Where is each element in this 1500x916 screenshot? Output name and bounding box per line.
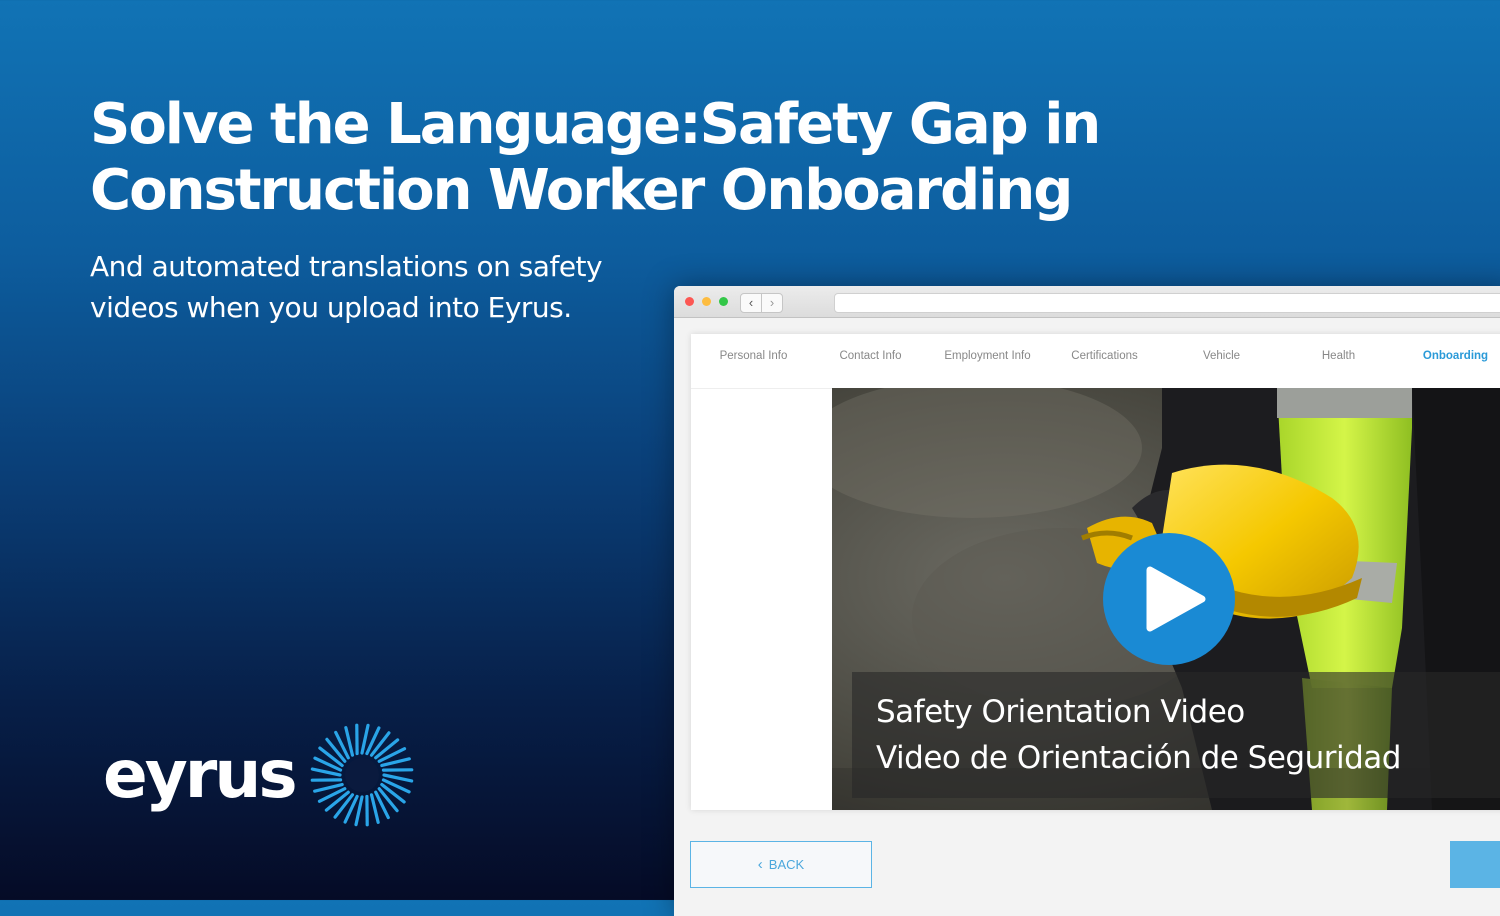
hero-subtitle-line-1: And automated translations on safety [90,250,602,283]
tab-certifications[interactable]: Certifications [1046,334,1163,388]
hero-title: Solve the Language:Safety Gap in Constru… [90,92,1099,224]
profile-tabs: Personal Info Contact Info Employment In… [691,334,1500,389]
hero-title-line-2: Construction Worker Onboarding [90,158,1071,223]
back-button[interactable]: ‹ BACK [690,841,872,888]
browser-window: ‹ › Personal Info Contact Info Employmen… [674,286,1500,916]
hero-subtitle: And automated translations on safety vid… [90,246,602,328]
onboarding-panel: Personal Info Contact Info Employment In… [691,334,1500,810]
browser-toolbar: ‹ › [674,286,1500,318]
caption-spanish: Video de Orientación de Seguridad [876,740,1401,776]
tab-vehicle[interactable]: Vehicle [1163,334,1280,388]
hero-subtitle-line-2: videos when you upload into Eyrus. [90,291,572,324]
tab-health[interactable]: Health [1280,334,1397,388]
close-window-button[interactable] [685,297,694,306]
tab-contact-info[interactable]: Contact Info [812,334,929,388]
tab-personal-info[interactable]: Personal Info [695,334,812,388]
logo-wordmark: eyrus [103,742,295,808]
caption-english: Safety Orientation Video [876,694,1245,730]
video-caption: Safety Orientation Video Video de Orient… [852,672,1500,798]
browser-back-button[interactable]: ‹ [740,293,762,313]
eyrus-logo: eyrus [103,722,415,828]
sunburst-icon [309,722,415,828]
tab-onboarding[interactable]: Onboarding [1397,334,1500,388]
play-icon[interactable] [1102,532,1236,666]
chevron-left-icon: ‹ [758,856,763,873]
zoom-window-button[interactable] [719,297,728,306]
next-button[interactable] [1450,841,1500,888]
back-button-label: BACK [769,857,804,872]
address-bar[interactable] [834,293,1500,313]
hero-title-line-1: Solve the Language:Safety Gap in [90,92,1099,157]
minimize-window-button[interactable] [702,297,711,306]
safety-video-player[interactable]: Safety Orientation Video Video de Orient… [832,388,1500,810]
browser-forward-button[interactable]: › [761,293,783,313]
tab-employment-info[interactable]: Employment Info [929,334,1046,388]
